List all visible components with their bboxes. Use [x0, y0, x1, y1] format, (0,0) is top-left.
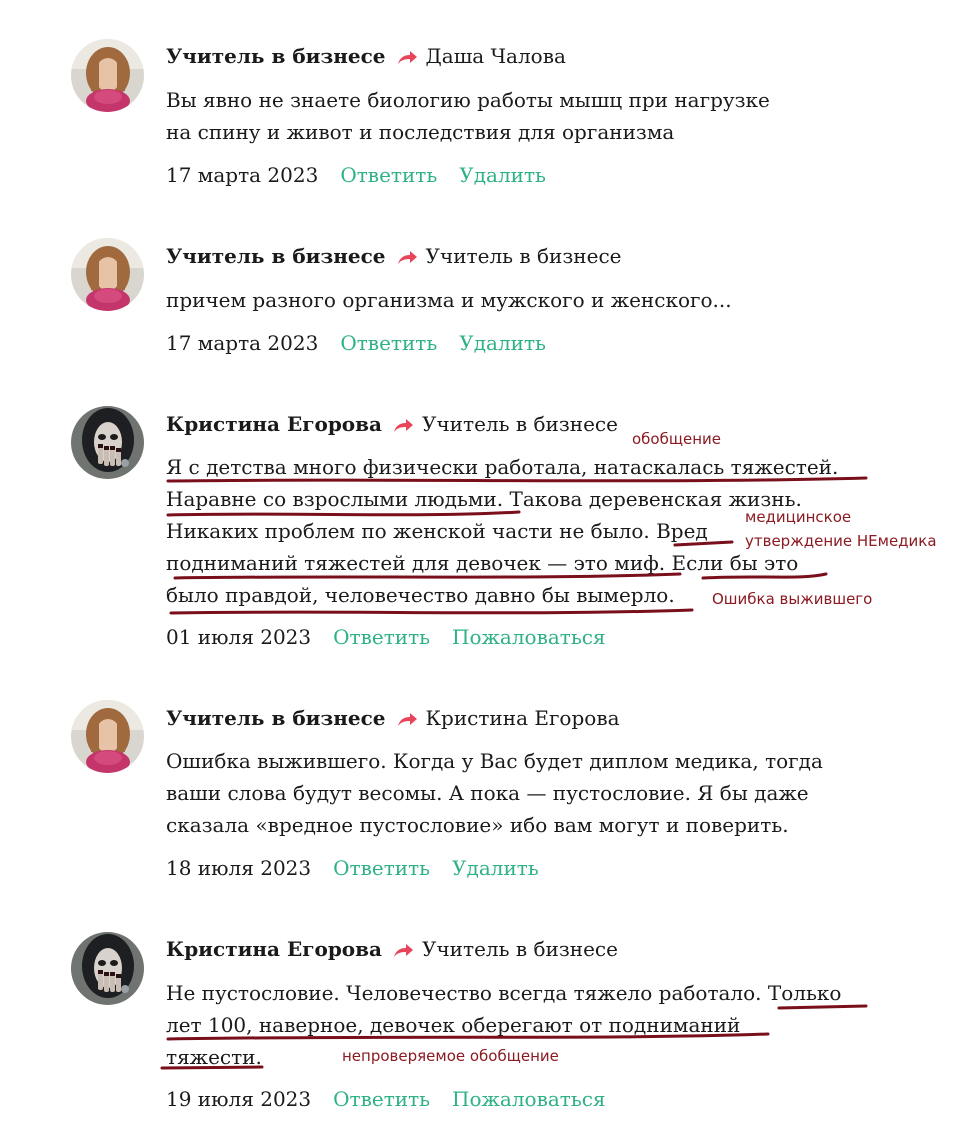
- comment-date: 01 июля 2023: [166, 625, 312, 649]
- reply-button[interactable]: Ответить: [333, 1087, 430, 1111]
- text-line: Наравне со взрослыми людьми. Такова дере…: [166, 487, 802, 511]
- text-line: Вы явно не знаете биологию работы мышц п…: [166, 88, 770, 112]
- text-line: Никаких проблем по женской части не было…: [166, 519, 708, 543]
- report-button[interactable]: Пожаловаться: [452, 625, 606, 649]
- reply-arrow-icon: [396, 245, 418, 271]
- avatar[interactable]: [71, 39, 144, 112]
- comment-text: Ошибка выжившего. Когда у Вас будет дипл…: [166, 745, 823, 841]
- author-name[interactable]: Учитель в бизнесе: [166, 44, 386, 68]
- comment-text: причем разного организма и мужского и же…: [166, 284, 732, 316]
- reply-button[interactable]: Ответить: [340, 331, 437, 355]
- text-line: Я с детства много физически работала, на…: [166, 455, 839, 479]
- avatar[interactable]: [71, 932, 144, 1005]
- avatar[interactable]: [71, 406, 144, 479]
- text-line: лет 100, наверное, девочек оберегают от …: [166, 1013, 741, 1037]
- delete-button[interactable]: Удалить: [459, 331, 546, 355]
- reply-to-name[interactable]: Даша Чалова: [426, 44, 566, 68]
- comment-meta: 17 марта 2023 Ответить Удалить: [166, 162, 546, 188]
- reply-to-name[interactable]: Учитель в бизнесе: [422, 937, 618, 961]
- text-line: на спину и живот и последствия для орган…: [166, 120, 675, 144]
- text-line: ваши слова будут весомы. А пока — пустос…: [166, 781, 809, 805]
- author-name[interactable]: Учитель в бизнесе: [166, 706, 386, 730]
- annotation-survivor-bias: Ошибка выжившего: [712, 590, 873, 608]
- annotation-generalization: обобщение: [632, 430, 721, 448]
- text-line: Ошибка выжившего. Когда у Вас будет дипл…: [166, 749, 823, 773]
- annotation-medical-claim: медицинское: [745, 508, 852, 526]
- comment-meta: 18 июля 2023 Ответить Удалить: [166, 855, 539, 881]
- text-line: Не пустословие. Человечество всегда тяже…: [166, 981, 842, 1005]
- reply-arrow-icon: [392, 413, 414, 439]
- annotation-medical-claim-2: утверждение НЕмедика: [745, 532, 937, 550]
- author-name[interactable]: Кристина Егорова: [166, 412, 382, 436]
- reply-to-name[interactable]: Учитель в бизнесе: [422, 412, 618, 436]
- comment-header: Учитель в бизнесе Учитель в бизнесе: [166, 243, 622, 271]
- comment-meta: 19 июля 2023 Ответить Пожаловаться: [166, 1086, 606, 1112]
- reply-button[interactable]: Ответить: [333, 625, 430, 649]
- reply-button[interactable]: Ответить: [340, 163, 437, 187]
- reply-arrow-icon: [396, 45, 418, 71]
- annotation-unverifiable: непроверяемое обобщение: [342, 1047, 559, 1065]
- delete-button[interactable]: Удалить: [452, 856, 539, 880]
- avatar[interactable]: [71, 238, 144, 311]
- comment-text: Я с детства много физически работала, на…: [166, 451, 838, 611]
- reply-to-name[interactable]: Кристина Егорова: [426, 706, 620, 730]
- delete-button[interactable]: Удалить: [459, 163, 546, 187]
- text-line: подниманий тяжестей для девочек — это ми…: [166, 551, 799, 575]
- text-line: причем разного организма и мужского и же…: [166, 288, 732, 312]
- comment-text: Вы явно не знаете биологию работы мышц п…: [166, 84, 770, 148]
- reply-button[interactable]: Ответить: [333, 856, 430, 880]
- reply-to-name[interactable]: Учитель в бизнесе: [426, 244, 622, 268]
- reply-arrow-icon: [392, 938, 414, 964]
- comment-meta: 01 июля 2023 Ответить Пожаловаться: [166, 624, 606, 650]
- author-name[interactable]: Кристина Егорова: [166, 937, 382, 961]
- comment-date: 17 марта 2023: [166, 163, 319, 187]
- comment-header: Учитель в бизнесе Даша Чалова: [166, 43, 566, 71]
- report-button[interactable]: Пожаловаться: [452, 1087, 606, 1111]
- text-line: сказала «вредное пустословие» ибо вам мо…: [166, 813, 789, 837]
- comment-meta: 17 марта 2023 Ответить Удалить: [166, 330, 546, 356]
- comment-header: Кристина Егорова Учитель в бизнесе: [166, 411, 618, 439]
- comment-header: Кристина Егорова Учитель в бизнесе: [166, 936, 618, 964]
- comment-header: Учитель в бизнесе Кристина Егорова: [166, 705, 620, 733]
- comment-date: 19 июля 2023: [166, 1087, 312, 1111]
- reply-arrow-icon: [396, 707, 418, 733]
- avatar[interactable]: [71, 700, 144, 773]
- author-name[interactable]: Учитель в бизнесе: [166, 244, 386, 268]
- comment-date: 17 марта 2023: [166, 331, 319, 355]
- comment-date: 18 июля 2023: [166, 856, 312, 880]
